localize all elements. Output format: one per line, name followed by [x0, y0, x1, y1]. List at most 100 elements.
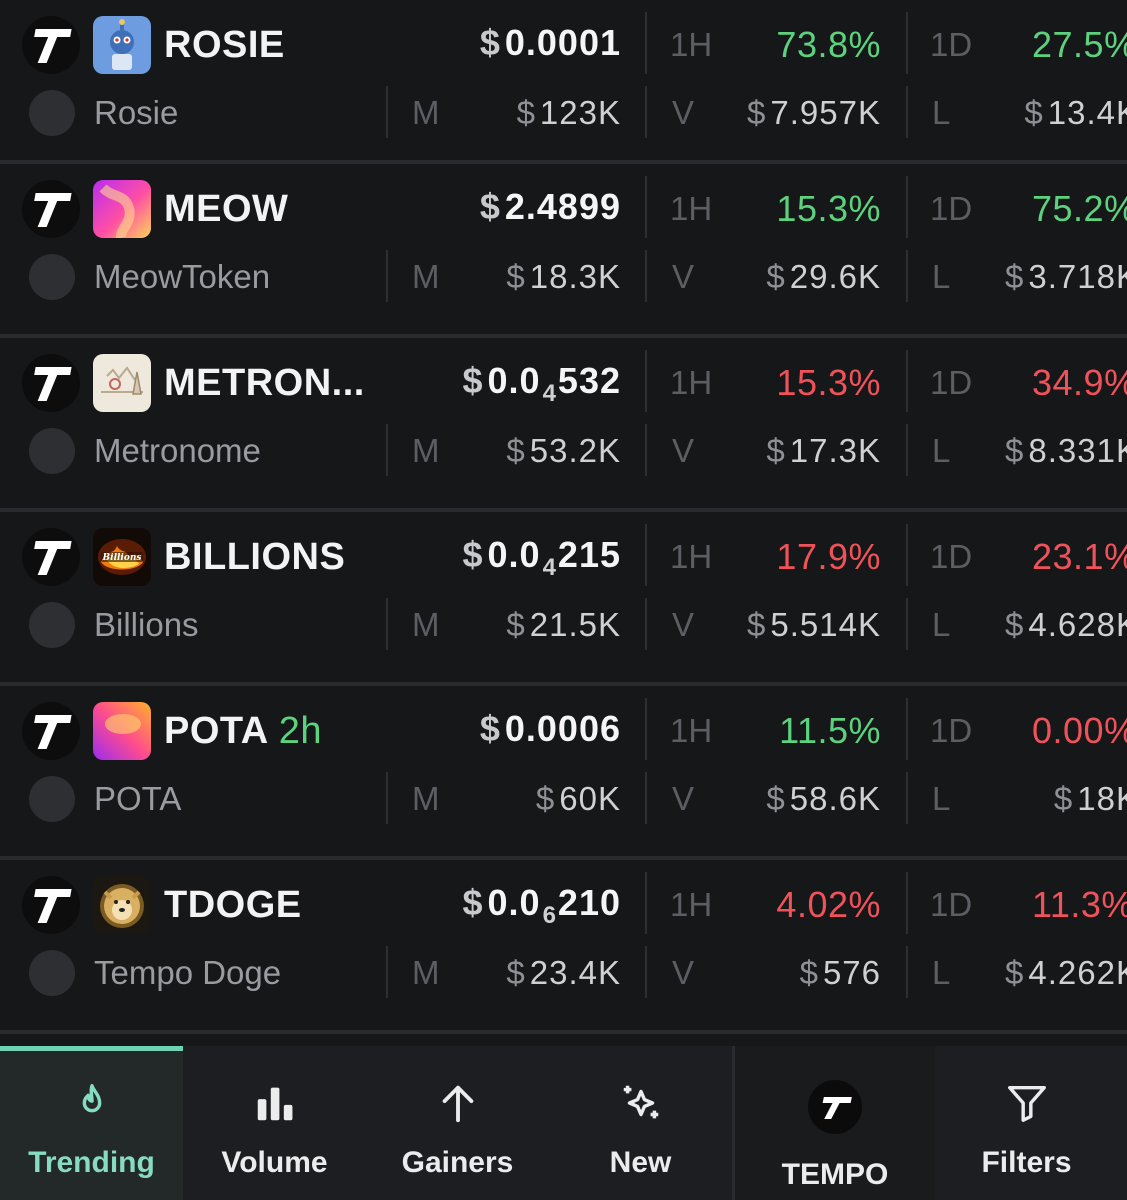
- volume-value: $17.3K: [766, 432, 881, 469]
- mcap-value: $123K: [516, 94, 621, 131]
- column-divider: [906, 350, 908, 412]
- h1-label: 1H: [670, 190, 713, 227]
- tab-label: Trending: [28, 1146, 155, 1179]
- price-zero-count: 4: [542, 380, 556, 407]
- chain-badge-icon: [22, 876, 80, 934]
- token-symbol: METRON...: [164, 362, 365, 404]
- column-divider: [645, 86, 647, 138]
- volume-label: V: [672, 432, 695, 469]
- token-row[interactable]: POTA 2h $0.0006 1H 11.5% 1D 0.00% POTA M $60K V $58…: [0, 686, 1127, 860]
- mcap-value: $18.3K: [506, 258, 621, 295]
- liquidity-label: L: [932, 94, 951, 131]
- volume-label: V: [672, 94, 695, 131]
- token-symbol: POTA 2h: [164, 710, 323, 752]
- column-divider: [906, 12, 908, 74]
- column-divider: [906, 598, 908, 650]
- currency-symbol: $: [462, 534, 484, 575]
- volume-label: V: [672, 954, 695, 991]
- d1-label: 1D: [930, 364, 973, 401]
- volume-value: $5.514K: [747, 606, 881, 643]
- h1-label: 1H: [670, 364, 713, 401]
- d1-label: 1D: [930, 538, 973, 575]
- token-symbol: ROSIE: [164, 24, 285, 66]
- h1-label: 1H: [670, 886, 713, 923]
- tab-gainers[interactable]: Gainers: [366, 1046, 549, 1200]
- chain-badge-icon: [22, 528, 80, 586]
- column-divider: [386, 86, 388, 138]
- d1-change: 34.9%: [1032, 362, 1127, 403]
- column-divider: [906, 250, 908, 302]
- dex-dot-icon: [29, 776, 75, 822]
- token-price: $0.04532: [462, 360, 621, 408]
- token-logo-icon: [93, 180, 151, 238]
- column-divider: [645, 698, 647, 760]
- d1-label: 1D: [930, 190, 973, 227]
- column-divider: [645, 524, 647, 586]
- mcap-value: $21.5K: [506, 606, 621, 643]
- tab-label: New: [609, 1146, 672, 1179]
- liquidity-value: $3.718K: [1005, 258, 1127, 295]
- chain-badge-icon: [22, 16, 80, 74]
- price-value: 2.4899: [504, 186, 621, 227]
- h1-change: 11.5%: [779, 710, 881, 751]
- filters-button[interactable]: Filters: [935, 1046, 1118, 1200]
- price-value: 0.0: [487, 534, 541, 575]
- d1-label: 1D: [930, 712, 973, 749]
- h1-label: 1H: [670, 26, 713, 63]
- svg-text:Billions: Billions: [102, 553, 142, 563]
- token-list: ROSIE $0.0001 1H 73.8% 1D 27.5% Rosie M $123K V $7…: [0, 0, 1127, 1034]
- price-tail: 210: [557, 882, 621, 923]
- tab-trending[interactable]: Trending: [0, 1046, 183, 1200]
- tab-label: Volume: [221, 1146, 328, 1179]
- chain-selector-tempo[interactable]: TEMPO: [735, 1046, 935, 1200]
- token-row[interactable]: ROSIE $0.0001 1H 73.8% 1D 27.5% Rosie M $123K V $7…: [0, 0, 1127, 164]
- token-logo-icon: [93, 876, 151, 934]
- price-zero-count: 4: [542, 554, 556, 581]
- chain-badge-icon: [22, 354, 80, 412]
- bar-chart-icon: [257, 1087, 292, 1121]
- d1-change: 27.5%: [1032, 24, 1127, 65]
- token-symbol: TDOGE: [164, 884, 302, 926]
- column-divider: [645, 946, 647, 998]
- column-divider: [645, 250, 647, 302]
- token-price: $0.04215: [462, 534, 621, 582]
- token-name: Billions: [94, 606, 199, 643]
- token-price: $0.0006: [480, 708, 621, 750]
- column-divider: [645, 772, 647, 824]
- liquidity-value: $13.4K: [1024, 94, 1127, 131]
- liquidity-label: L: [932, 432, 951, 469]
- token-row[interactable]: MEOW $2.4899 1H 15.3% 1D 75.2% MeowToken M $18.3…: [0, 164, 1127, 338]
- column-divider: [645, 12, 647, 74]
- mcap-label: M: [412, 432, 440, 469]
- h1-change: 73.8%: [776, 24, 881, 65]
- tab-new[interactable]: New: [549, 1046, 732, 1200]
- tab-volume[interactable]: Volume: [183, 1046, 366, 1200]
- mcap-label: M: [412, 954, 440, 991]
- h1-change: 4.02%: [776, 884, 881, 925]
- column-divider: [386, 946, 388, 998]
- volume-label: V: [672, 606, 695, 643]
- column-divider: [906, 698, 908, 760]
- dex-dot-icon: [29, 428, 75, 474]
- volume-value: $7.957K: [747, 94, 881, 131]
- dex-dot-icon: [29, 602, 75, 648]
- d1-change: 11.3%: [1032, 884, 1127, 925]
- token-row[interactable]: TDOGE $0.06210 1H 4.02% 1D 11.3% Tempo Doge M $2…: [0, 860, 1127, 1034]
- column-divider: [645, 350, 647, 412]
- currency-symbol: $: [462, 882, 484, 923]
- token-row[interactable]: METRON... $0.04532 1H 15.3% 1D 34.9% Metronome…: [0, 338, 1127, 512]
- token-row[interactable]: Billions BILLIONS $0.04215 1H 17.9% 1D 23.1% Bi…: [0, 512, 1127, 686]
- chain-label: TEMPO: [781, 1158, 889, 1191]
- column-divider: [386, 772, 388, 824]
- token-logo-icon: [93, 16, 151, 74]
- volume-value: $58.6K: [766, 780, 881, 817]
- mcap-value: $53.2K: [506, 432, 621, 469]
- column-divider: [386, 424, 388, 476]
- currency-symbol: $: [479, 22, 501, 63]
- mcap-label: M: [412, 606, 440, 643]
- price-tail: 215: [557, 534, 621, 575]
- volume-label: V: [672, 258, 695, 295]
- h1-label: 1H: [670, 712, 713, 749]
- currency-symbol: $: [479, 708, 501, 749]
- filters-label: Filters: [981, 1146, 1072, 1179]
